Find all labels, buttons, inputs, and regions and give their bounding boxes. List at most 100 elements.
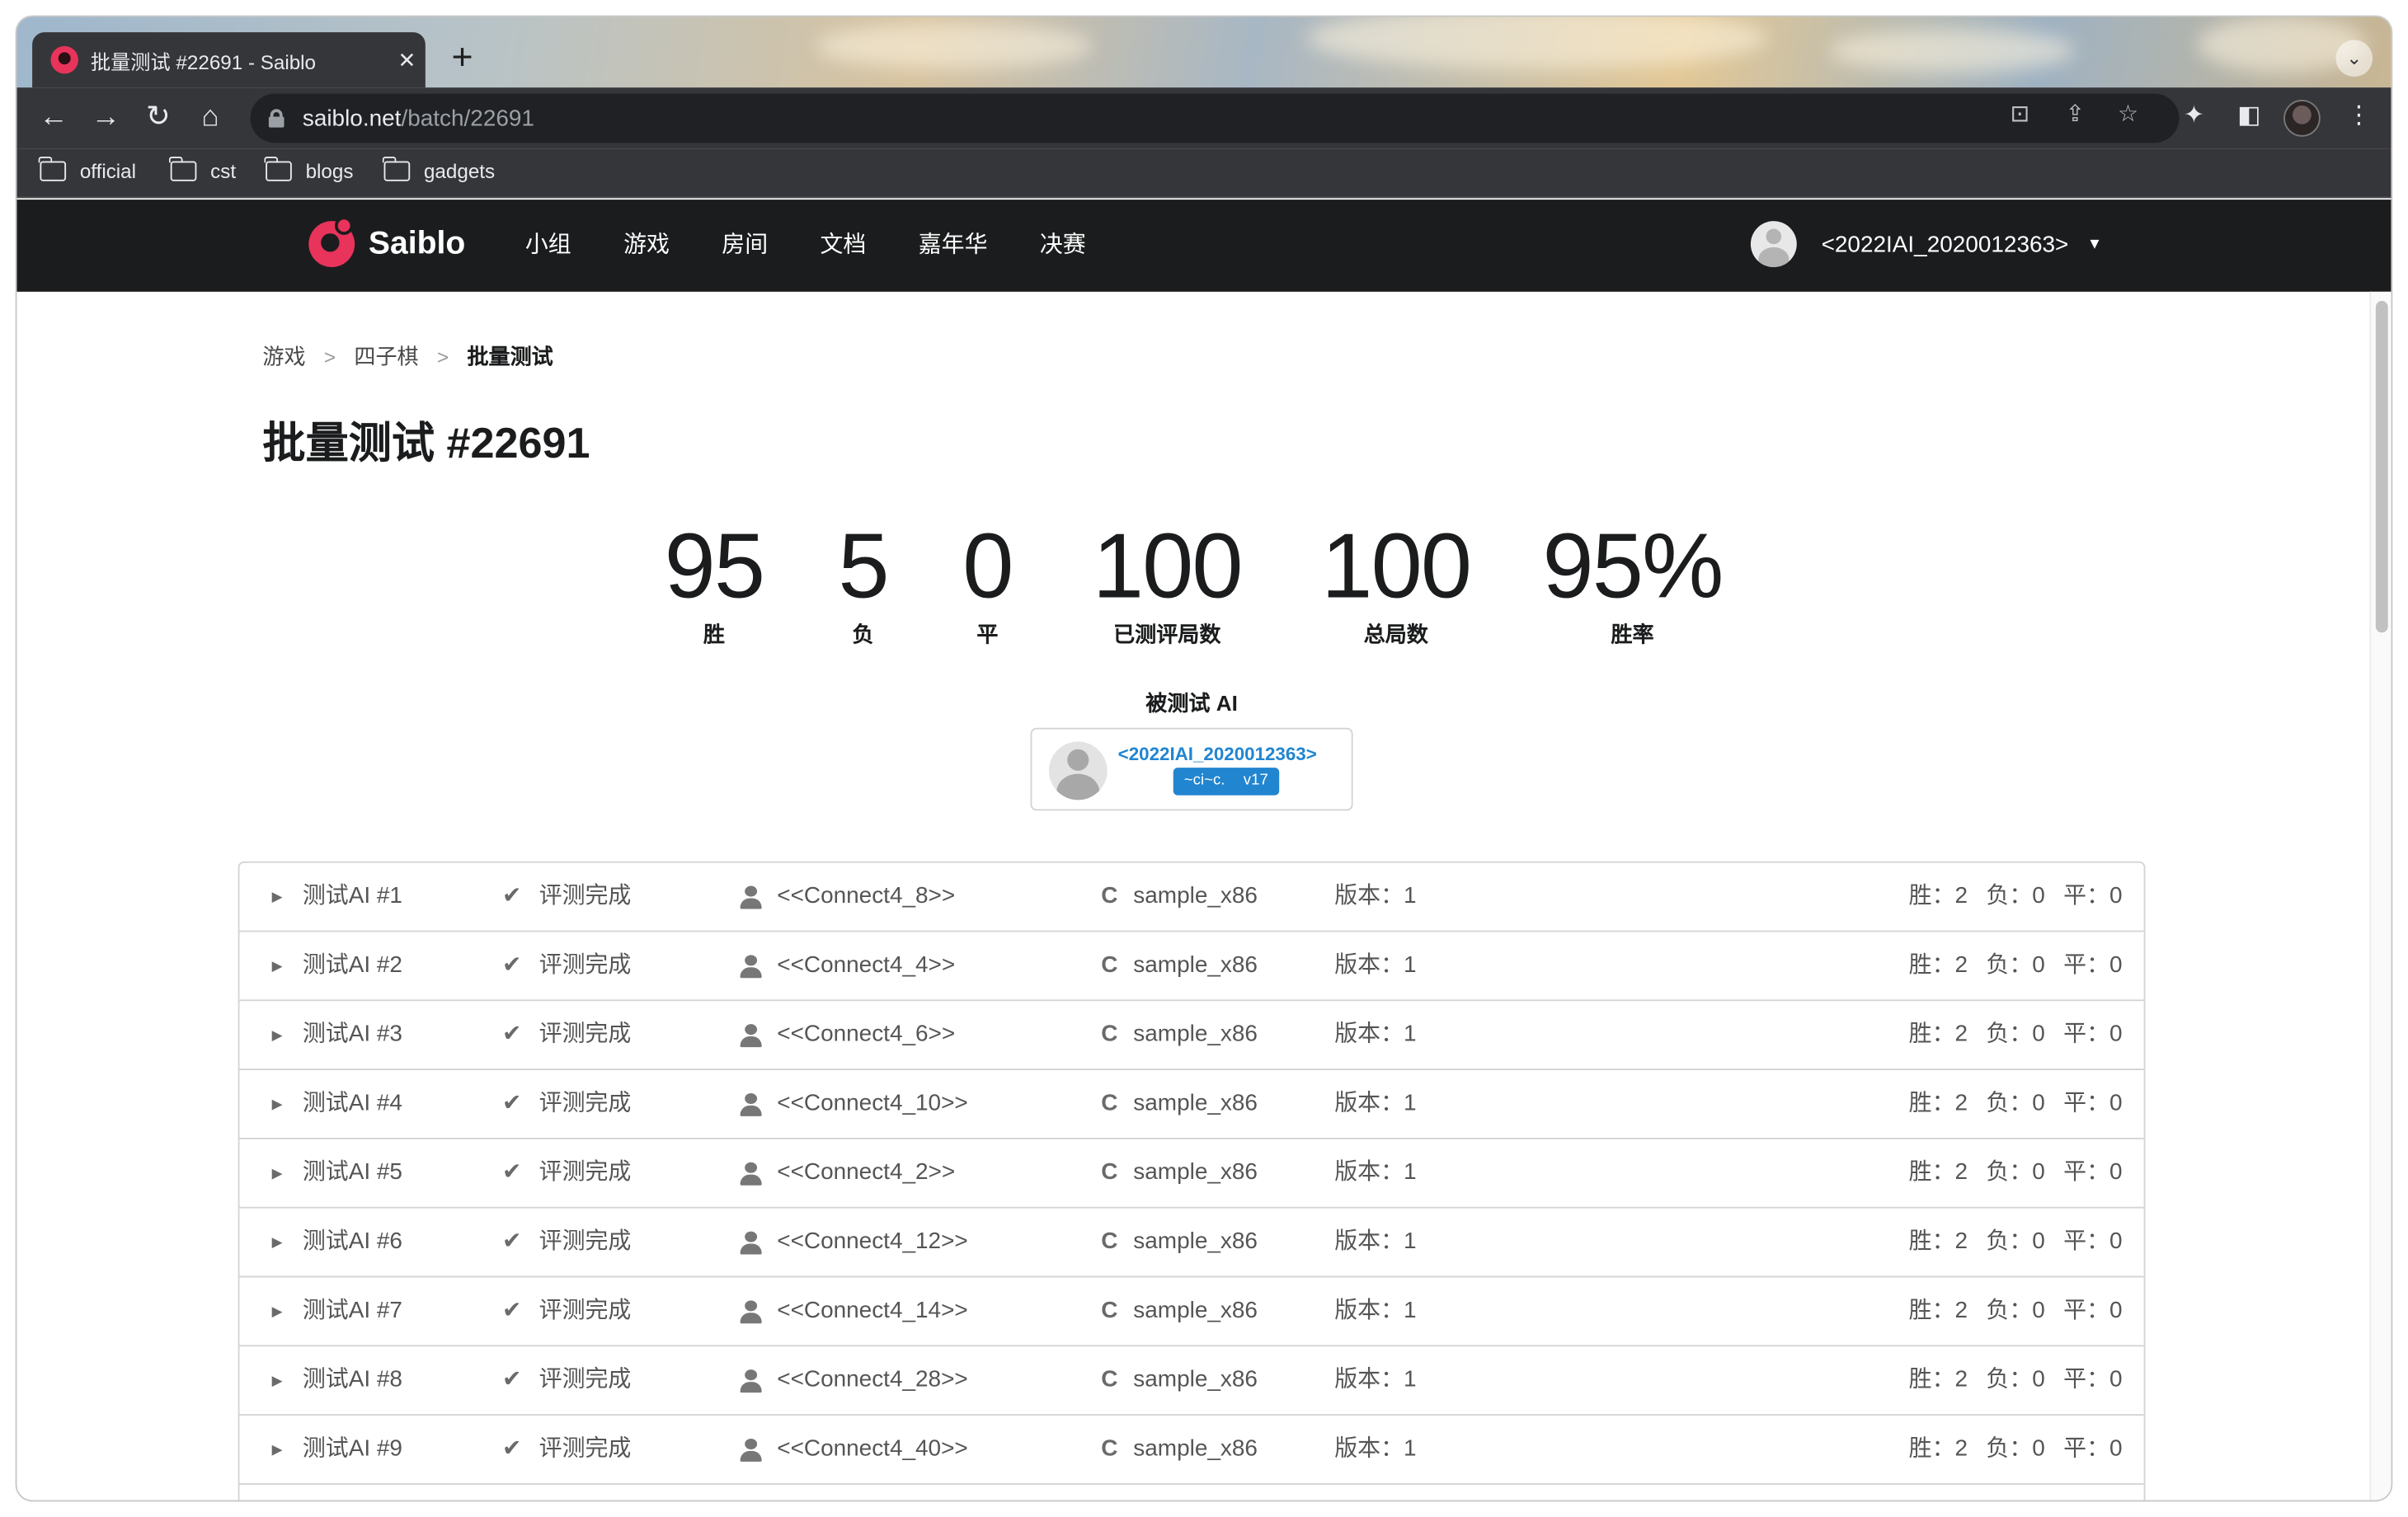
owner-name[interactable]: <<Connect4_12>> xyxy=(777,1209,967,1276)
stat-value: 95% xyxy=(1542,514,1724,618)
more-menu-icon[interactable]: ⋮ xyxy=(2346,100,2371,130)
menu-carnival[interactable]: 嘉年华 xyxy=(892,200,1014,292)
win-count: 胜：2 xyxy=(1908,1228,1968,1255)
c-language-icon: C xyxy=(1101,1159,1118,1186)
bookmark-cst[interactable]: cst xyxy=(169,156,236,183)
ai-name[interactable]: sample_x86 xyxy=(1133,1346,1258,1414)
result-counts: 胜：2 负：0 平：0 xyxy=(1909,1416,2123,1483)
reload-icon[interactable]: ↻ xyxy=(137,96,180,139)
menu-finals[interactable]: 决赛 xyxy=(1014,200,1112,292)
url-host: saiblo.net xyxy=(302,105,402,132)
test-ai-name: 测试AI #7 xyxy=(302,1297,402,1324)
win-count: 胜：2 xyxy=(1908,1021,1968,1048)
table-row[interactable]: ▶ 测试AI #9 ✔ 评测完成 <<Connect4_40>> Csample_x86 版… xyxy=(239,1416,2144,1485)
owner-name[interactable]: <<Connect4_40>> xyxy=(777,1416,967,1483)
ai-name[interactable]: sample_x86 xyxy=(1133,1277,1258,1345)
menu-groups[interactable]: 小组 xyxy=(499,200,597,292)
share-icon[interactable]: ⇪ xyxy=(2066,100,2085,128)
win-count: 胜：2 xyxy=(1908,882,1968,909)
caret-right-icon[interactable]: ▶ xyxy=(272,1070,283,1138)
caret-right-icon[interactable]: ▶ xyxy=(272,863,283,931)
menu-docs[interactable]: 文档 xyxy=(794,200,892,292)
draw-count: 平：0 xyxy=(2063,1228,2123,1255)
caret-right-icon[interactable]: ▶ xyxy=(272,1346,283,1414)
page-scrollbar[interactable] xyxy=(2369,291,2392,1501)
tested-ai-card[interactable]: <2022IAI_2020012363> ~ci~c. v17 xyxy=(1030,727,1353,811)
draw-count: 平：0 xyxy=(2063,1435,2123,1462)
draw-count: 平：0 xyxy=(2063,951,2123,979)
close-tab-icon[interactable]: ✕ xyxy=(388,47,426,73)
extensions-icon[interactable]: ✦ xyxy=(2184,100,2204,130)
tested-ai-name[interactable]: <2022IAI_2020012363> xyxy=(1118,743,1317,764)
tag-name: ~ci~c. xyxy=(1183,772,1225,790)
user-menu[interactable]: <2022IAI_2020012363> ▼ xyxy=(1750,221,2102,268)
caret-right-icon[interactable]: ▶ xyxy=(272,1209,283,1276)
test-ai-name: 测试AI #2 xyxy=(302,951,402,979)
owner-name[interactable]: <<Connect4_4>> xyxy=(777,932,955,999)
table-row[interactable]: ▶ 测试AI #2 ✔ 评测完成 <<Connect4_4>> Csample_x86 版本… xyxy=(239,932,2144,1002)
win-count: 胜：2 xyxy=(1908,951,1968,979)
owner-name[interactable]: <<Connect4_2>> xyxy=(777,1139,955,1207)
status-text: 评测完成 xyxy=(539,1090,632,1116)
profile-avatar[interactable] xyxy=(2283,100,2321,137)
bookmark-star-icon[interactable]: ☆ xyxy=(2118,100,2138,128)
table-row[interactable]: ▶ 测试AI #4 ✔ 评测完成 <<Connect4_10>> Csample_x86 版… xyxy=(239,1070,2144,1139)
table-row[interactable]: ▶ 测试AI #5 ✔ 评测完成 <<Connect4_2>> Csample_x86 版本… xyxy=(239,1139,2144,1209)
address-bar[interactable]: saiblo.net /batch/22691 xyxy=(250,93,2180,143)
checkmark-icon: ✔ xyxy=(501,1159,522,1186)
win-count: 胜：2 xyxy=(1908,1435,1968,1462)
tab-search-icon[interactable]: ⌄ xyxy=(2335,40,2373,77)
bookmark-blogs[interactable]: blogs xyxy=(265,156,353,183)
owner-name[interactable]: <<Connect4_6>> xyxy=(777,1001,955,1068)
bookmark-official[interactable]: official xyxy=(39,156,136,183)
home-icon[interactable]: ⌂ xyxy=(189,96,232,139)
owner-name[interactable]: <<Connect4_8>> xyxy=(777,863,955,931)
ai-name[interactable]: sample_x86 xyxy=(1133,1209,1258,1276)
test-ai-name: 测试AI #5 xyxy=(302,1159,402,1186)
forward-icon[interactable]: → xyxy=(84,96,127,139)
new-tab-button[interactable]: + xyxy=(440,38,483,82)
scrollbar-thumb[interactable] xyxy=(2375,301,2388,633)
caret-right-icon[interactable]: ▶ xyxy=(272,932,283,999)
result-counts: 胜：2 负：0 平：0 xyxy=(1909,863,2123,931)
c-language-icon: C xyxy=(1101,1021,1118,1048)
caret-right-icon[interactable]: ▶ xyxy=(272,1277,283,1345)
breadcrumb-games[interactable]: 游戏 xyxy=(262,341,305,371)
caret-right-icon[interactable]: ▶ xyxy=(272,1001,283,1068)
menu-rooms[interactable]: 房间 xyxy=(696,200,794,292)
breadcrumb-connect4[interactable]: 四子棋 xyxy=(354,341,418,371)
status-text: 评测完成 xyxy=(539,882,632,909)
bookmark-gadgets[interactable]: gadgets xyxy=(383,156,495,183)
table-row[interactable]: ▶ 测试AI #7 ✔ 评测完成 <<Connect4_14>> Csample_x86 版… xyxy=(239,1277,2144,1347)
status-text: 评测完成 xyxy=(539,1297,632,1324)
user-icon xyxy=(740,1231,762,1255)
translate-icon[interactable]: ⊡ xyxy=(2011,100,2029,128)
caret-right-icon[interactable]: ▶ xyxy=(272,1416,283,1483)
browser-tab[interactable]: 批量测试 #22691 - Saiblo ✕ xyxy=(32,32,426,88)
lose-count: 负：0 xyxy=(1986,1021,2045,1048)
back-icon[interactable]: ← xyxy=(32,96,75,139)
ai-name[interactable]: sample_x86 xyxy=(1133,863,1258,931)
owner-name[interactable]: <<Connect4_14>> xyxy=(777,1277,967,1345)
site-logo[interactable]: Saiblo xyxy=(308,216,465,268)
owner-name[interactable]: <<Connect4_28>> xyxy=(777,1346,967,1414)
table-row[interactable]: ▶ 测试AI #8 ✔ 评测完成 <<Connect4_28>> Csample_x86 版… xyxy=(239,1346,2144,1416)
table-row[interactable]: ▶ 测试AI #3 ✔ 评测完成 <<Connect4_6>> Csample_x86 版本… xyxy=(239,1001,2144,1071)
stat-evaluated: 100 已测评局数 xyxy=(1072,517,1263,650)
ai-name[interactable]: sample_x86 xyxy=(1133,1001,1258,1068)
side-panel-icon[interactable]: ◧ xyxy=(2237,100,2260,130)
checkmark-icon: ✔ xyxy=(501,1435,522,1462)
owner-name[interactable]: <<Connect4_10>> xyxy=(777,1070,967,1138)
ai-name[interactable]: sample_x86 xyxy=(1133,1416,1258,1483)
menu-games[interactable]: 游戏 xyxy=(597,200,695,292)
tab-title: 批量测试 #22691 - Saiblo xyxy=(90,49,317,73)
checkmark-icon: ✔ xyxy=(501,951,522,979)
caret-right-icon[interactable]: ▶ xyxy=(272,1139,283,1207)
table-row[interactable]: ▶ 测试AI #6 ✔ 评测完成 <<Connect4_12>> Csample_x86 版… xyxy=(239,1209,2144,1278)
ai-name[interactable]: sample_x86 xyxy=(1133,1139,1258,1207)
ai-name[interactable]: sample_x86 xyxy=(1133,932,1258,999)
c-language-icon: C xyxy=(1101,1366,1118,1393)
table-row[interactable]: ▶ 测试AI #1 ✔ 评测完成 <<Connect4_8>> Csample_x86 版本… xyxy=(239,863,2144,932)
status-text: 评测完成 xyxy=(539,1435,632,1462)
ai-name[interactable]: sample_x86 xyxy=(1133,1070,1258,1138)
